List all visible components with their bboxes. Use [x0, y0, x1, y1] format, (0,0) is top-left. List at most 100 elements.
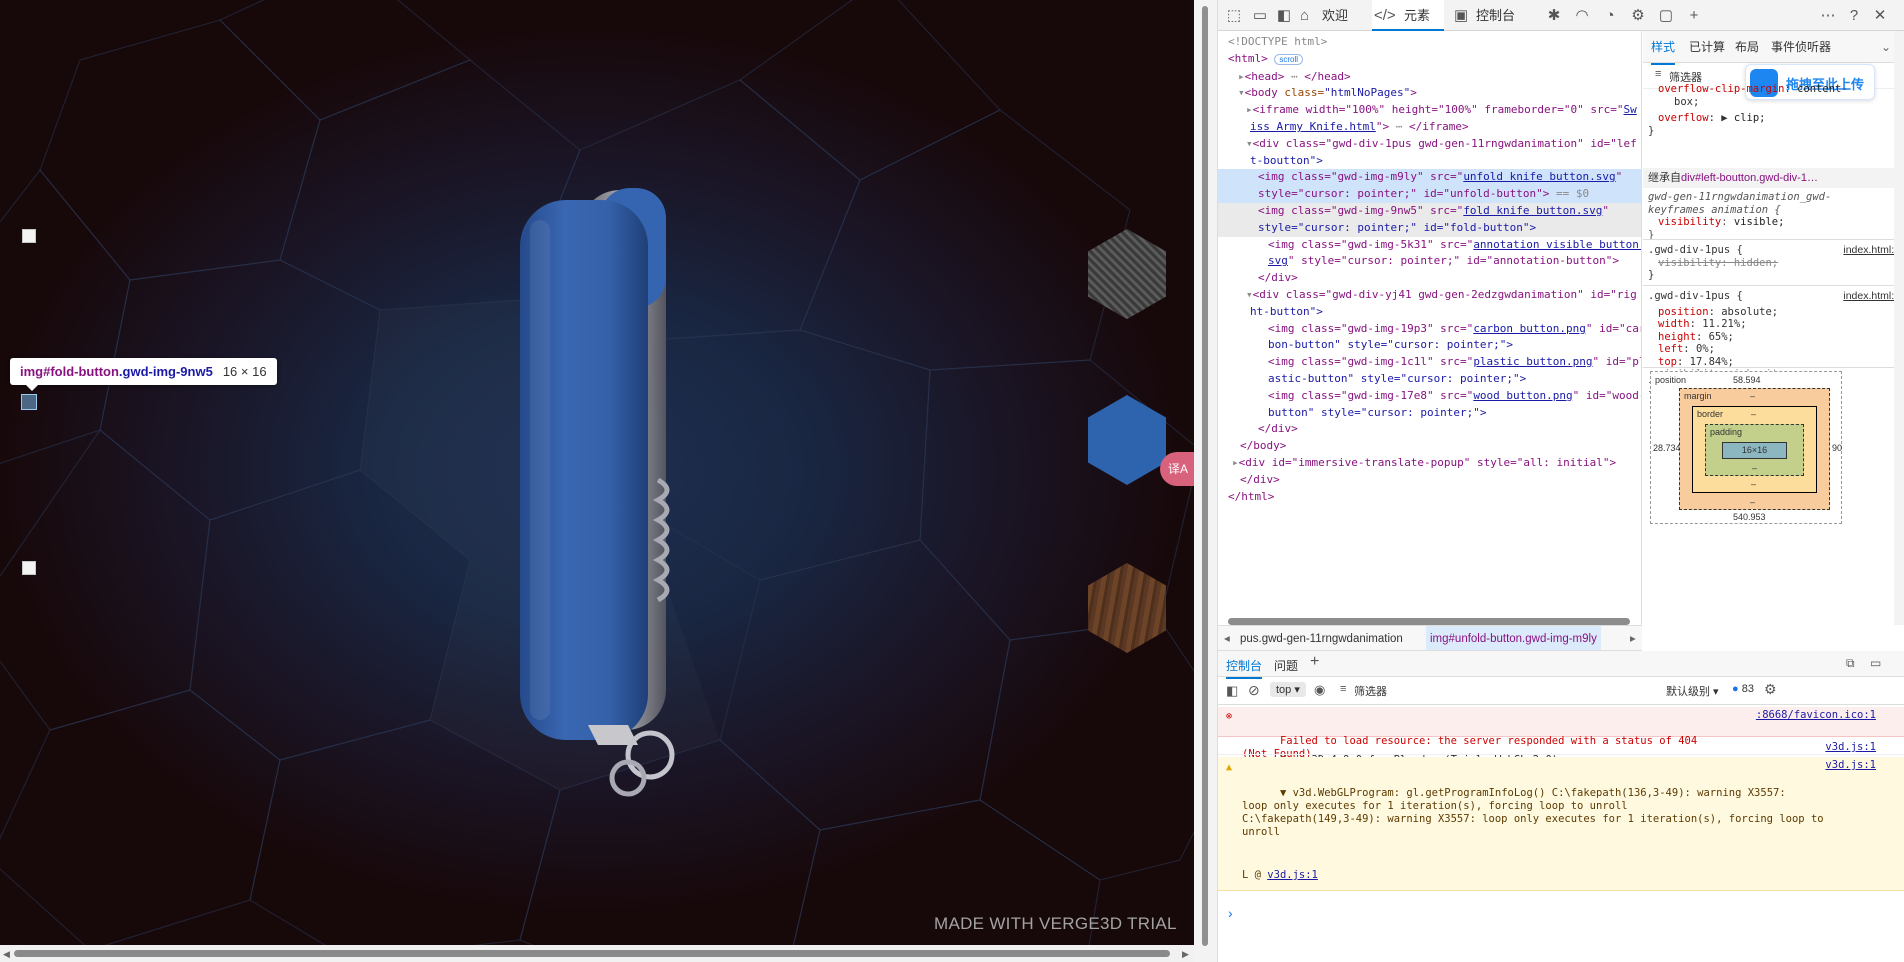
dom-div-close-2[interactable]: </div>: [1228, 421, 1641, 438]
iframe-src-link[interactable]: Sw: [1624, 103, 1637, 116]
dom-html[interactable]: <html> scroll: [1228, 51, 1641, 69]
tab-welcome[interactable]: ⌂ 欢迎: [1298, 0, 1370, 31]
dom-div-right[interactable]: ▾<div class="gwd-div-yj41 gwd-gen-2edzgw…: [1228, 287, 1641, 304]
tab-event-listeners[interactable]: 事件侦听器: [1771, 31, 1831, 63]
img-annot-src-cont[interactable]: svg: [1268, 254, 1288, 267]
webgl-viewport[interactable]: img#fold-button.gwd-img-9nw5 16 × 16 译A M…: [0, 0, 1194, 945]
dom-img-fold-cont[interactable]: style="cursor: pointer;" id="fold-button…: [1218, 219, 1641, 237]
fold-button[interactable]: [21, 394, 37, 410]
bm-position-top[interactable]: 58.594: [1733, 375, 1761, 385]
console-prompt-icon[interactable]: ›: [1228, 905, 1233, 921]
warning-source-link[interactable]: v3d.js:1: [1825, 759, 1876, 772]
dom-img-plastic[interactable]: <img class="gwd-img-1c1l" src="plastic b…: [1228, 354, 1641, 371]
dock-sidebar-icon[interactable]: ◧: [1274, 6, 1294, 26]
scroll-badge[interactable]: scroll: [1274, 53, 1304, 65]
img-annot-src[interactable]: annotation visible button.: [1473, 238, 1641, 251]
console-log-message[interactable]: Verge3D 4.9.0 for Blender (Trial, WebGL …: [1218, 739, 1904, 766]
annotation-button[interactable]: [21, 560, 37, 576]
bm-position-right[interactable]: 90: [1832, 443, 1842, 453]
chevron-down-icon[interactable]: ⌄: [1881, 31, 1891, 63]
vertical-scrollbar[interactable]: [1194, 0, 1218, 962]
eye-icon[interactable]: ◉: [1314, 682, 1325, 698]
dom-img-unfold-cont[interactable]: style="cursor: pointer;" id="unfold-butt…: [1218, 186, 1641, 203]
console-filter-input[interactable]: 筛选器: [1354, 683, 1387, 699]
add-tab-icon[interactable]: +: [1684, 6, 1704, 26]
dom-div-close[interactable]: </div>: [1228, 270, 1641, 287]
add-drawer-tab-icon[interactable]: +: [1310, 653, 1319, 671]
log-level-select[interactable]: 默认级别 ▾: [1666, 683, 1719, 699]
error-source-link[interactable]: :8668/favicon.ico:1: [1756, 709, 1876, 722]
console-error-message[interactable]: ⊗ Failed to load resource: the server re…: [1218, 707, 1904, 760]
unfold-button[interactable]: [21, 228, 37, 244]
device-emulation-icon[interactable]: ▭: [1250, 6, 1270, 26]
scroll-left-icon[interactable]: ◀: [3, 949, 10, 960]
breadcrumb-item[interactable]: pus.gwd-gen-11rngwdanimation: [1240, 626, 1403, 650]
tab-console-drawer[interactable]: 控制台: [1226, 657, 1263, 679]
close-icon[interactable]: ✕: [1870, 6, 1890, 26]
tab-issues[interactable]: 问题: [1274, 657, 1298, 674]
bm-position-left[interactable]: 28.734: [1653, 443, 1681, 453]
horizontal-scrollbar[interactable]: ◀ ▶: [0, 945, 1194, 962]
more-icon[interactable]: ⋯: [1818, 6, 1838, 26]
tab-layout[interactable]: 布局: [1735, 31, 1759, 63]
css-source-link[interactable]: index.html:7: [1843, 244, 1900, 256]
swiss-army-knife-model[interactable]: [500, 180, 690, 800]
dom-img-carbon[interactable]: <img class="gwd-img-19p3" src="carbon bu…: [1228, 321, 1641, 338]
elements-scroll-thumb[interactable]: [1228, 618, 1630, 625]
dom-img-fold[interactable]: <img class="gwd-img-9nw5" src="fold knif…: [1218, 202, 1641, 220]
tab-computed[interactable]: 已计算: [1689, 31, 1725, 63]
dom-body-close[interactable]: </body>: [1228, 438, 1641, 455]
dom-img-annot-cont[interactable]: svg" style="cursor: pointer;" id="annota…: [1228, 253, 1641, 270]
collapse-drawer-icon[interactable]: ▭: [1870, 656, 1881, 670]
bm-margin-box[interactable]: margin – – border – – padding – 16×16: [1679, 388, 1830, 510]
bug-icon[interactable]: ✱: [1544, 6, 1564, 26]
bm-content-box[interactable]: 16×16: [1722, 442, 1787, 459]
bm-border-box[interactable]: border – – padding – 16×16: [1692, 406, 1817, 493]
img-wood-src[interactable]: wood button.png: [1473, 389, 1572, 402]
dom-popup[interactable]: ▸<div id="immersive-translate-popup" sty…: [1228, 455, 1641, 472]
img-unfold-src[interactable]: unfold knife button.svg: [1463, 170, 1615, 183]
img-plastic-src[interactable]: plastic button.png: [1473, 355, 1592, 368]
log-source-link[interactable]: v3d.js:1: [1825, 741, 1876, 754]
dom-doctype[interactable]: <!DOCTYPE html>: [1228, 34, 1641, 51]
clear-console-icon[interactable]: ⊘: [1248, 682, 1260, 699]
help-icon[interactable]: ?: [1844, 6, 1864, 26]
console-settings-gear-icon[interactable]: ⚙: [1764, 681, 1777, 698]
styles-scrollbar[interactable]: [1894, 31, 1904, 625]
dom-iframe[interactable]: ▸<iframe width="100%" height="100%" fram…: [1228, 102, 1641, 119]
gear-icon[interactable]: ⚙: [1628, 6, 1648, 26]
dom-body[interactable]: ▾<body class="htmlNoPages">: [1228, 85, 1641, 102]
tab-elements[interactable]: </> 元素: [1372, 0, 1444, 31]
inherit-target[interactable]: div#left-boutton.gwd-div-1…: [1681, 172, 1818, 184]
dom-popup-close[interactable]: </div>: [1228, 472, 1641, 489]
scroll-right-icon[interactable]: ▶: [1182, 949, 1189, 960]
img-carbon-src[interactable]: carbon button.png: [1473, 322, 1586, 335]
trace-source-link[interactable]: v3d.js:1: [1267, 869, 1318, 881]
translate-float-button[interactable]: 译A: [1160, 452, 1194, 486]
tab-console[interactable]: ▣ 控制台: [1452, 0, 1524, 31]
dom-img-annot[interactable]: <img class="gwd-img-5k31" src="annotatio…: [1228, 237, 1641, 254]
iframe-src-link-cont[interactable]: iss Army Knife.html: [1250, 120, 1376, 133]
breadcrumb-item-selected[interactable]: img#unfold-button.gwd-img-m9ly: [1426, 626, 1601, 650]
sidebar-toggle-icon[interactable]: ◧: [1226, 683, 1238, 699]
issues-count-badge[interactable]: ● 83: [1732, 683, 1754, 695]
dom-img-wood[interactable]: <img class="gwd-img-17e8" src="wood butt…: [1228, 388, 1641, 405]
dom-img-unfold[interactable]: <img class="gwd-img-m9ly" src="unfold kn…: [1218, 169, 1641, 187]
console-warning-message[interactable]: ▲ ▼ v3d.WebGLProgram: gl.getProgramInfoL…: [1218, 757, 1904, 891]
dom-div-left[interactable]: ▾<div class="gwd-div-1pus gwd-gen-11rngw…: [1228, 136, 1641, 153]
vertical-scroll-thumb[interactable]: [1202, 6, 1208, 946]
inspect-icon[interactable]: ⬚: [1224, 6, 1244, 26]
wifi-icon[interactable]: ◠: [1572, 6, 1592, 26]
css-rule-keyframes[interactable]: gwd-gen-11rngwdanimation_gwd- keyframes …: [1648, 191, 1900, 241]
img-fold-src[interactable]: fold knife button.svg: [1463, 204, 1602, 217]
context-select[interactable]: top ▾: [1270, 682, 1306, 697]
css-source-link[interactable]: index.html:7: [1843, 290, 1900, 302]
dom-html-close[interactable]: </html>: [1228, 489, 1641, 506]
dom-iframe-cont[interactable]: iss Army Knife.html"> ⋯ </iframe>: [1228, 119, 1641, 136]
bm-position-bottom[interactable]: 540.953: [1733, 512, 1766, 522]
scroll-thumb[interactable]: [14, 950, 1170, 957]
dom-head[interactable]: ▸<head> ⋯ </head>: [1228, 69, 1641, 86]
crumb-right-icon[interactable]: ▸: [1630, 626, 1636, 650]
inherited-from-row[interactable]: 继承自div#left-boutton.gwd-div-1…: [1643, 168, 1904, 188]
crumb-left-icon[interactable]: ◂: [1224, 626, 1230, 650]
